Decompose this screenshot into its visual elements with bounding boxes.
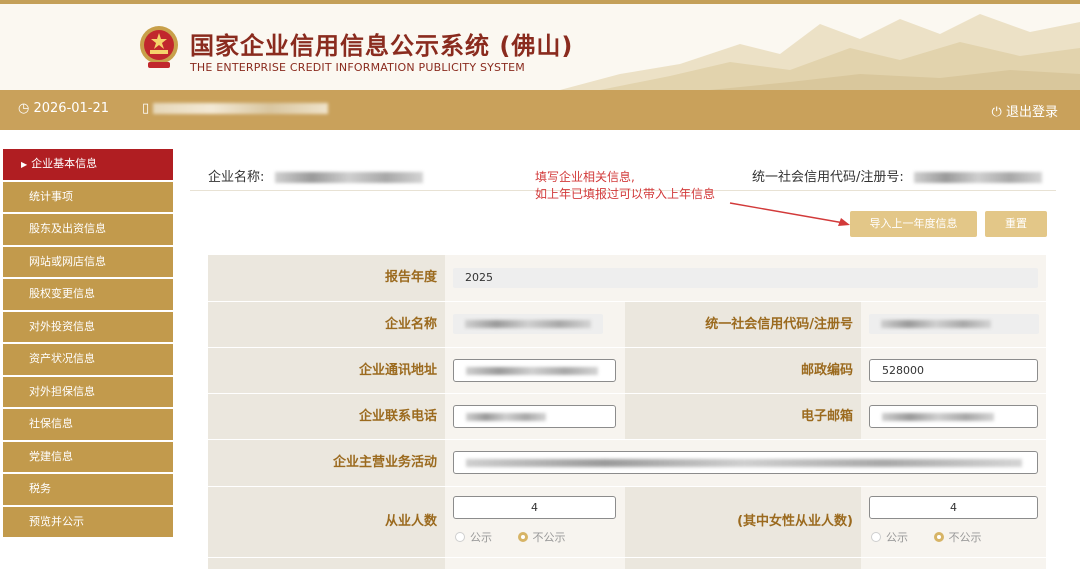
female-nonpublic-radio[interactable] [933,532,944,542]
next-row-label-right [625,558,861,569]
business-activity-input[interactable] [453,451,1038,474]
date-display: ◷ 2026-01-21 [18,101,109,116]
annotation-note: 填写企业相关信息, 如上年已填报过可以带入上年信息 [535,170,716,201]
email-cell [861,394,1046,439]
postcode-label: 邮政编码 [625,348,861,393]
sidebar-item-basic-info[interactable]: ▶ 企业基本信息 [3,149,173,180]
employees-cell: 4 公示 不公示 [445,487,625,557]
power-icon: ⏻ [991,105,1002,120]
sidebar-item-party[interactable]: 党建信息 [3,441,173,472]
site-header: 国家企业信用信息公示系统 (佛山) THE ENTERPRISE CREDIT … [0,4,1080,90]
female-employees-input[interactable]: 4 [869,496,1038,519]
logout-button[interactable]: ⏻ 退出登录 [992,101,1058,120]
female-employees-cell: 4 公示 不公示 [861,487,1046,557]
company-name-cell [445,302,625,347]
sidebar-item-statistics[interactable]: 统计事项 [3,181,173,212]
reset-button[interactable]: 重置 [985,211,1047,237]
employees-input[interactable]: 4 [453,496,616,519]
company-name-display: 企业名称: [208,166,423,185]
female-employees-visibility: 公示 不公示 [871,529,982,545]
sidebar-item-assets[interactable]: 资产状况信息 [3,344,173,375]
credit-code-field-label: 统一社会信用代码/注册号 [625,302,861,347]
sidebar-nav: ▶ 企业基本信息 统计事项 股东及出资信息 网站或网店信息 股权变更信息 对外投资… [3,149,173,539]
employees-visibility: 公示 不公示 [455,529,566,545]
company-name-label: 企业名称: [208,170,265,185]
phone-cell [445,394,625,439]
female-public-radio[interactable] [871,532,881,542]
mountain-decoration [560,14,1080,90]
email-input[interactable] [869,405,1038,428]
system-subtitle: THE ENTERPRISE CREDIT INFORMATION PUBLIC… [190,61,525,74]
logout-label: 退出登录 [1005,105,1058,120]
next-row-label [208,558,445,569]
report-year-cell: 2025 [445,255,1046,301]
credit-code-cell [861,302,1046,347]
employees-label: 从业人数 [208,487,445,557]
address-input[interactable] [453,359,616,382]
employees-nonpublic-radio[interactable] [517,532,528,542]
credit-code-display: 统一社会信用代码/注册号: [752,166,1042,185]
business-activity-cell [445,440,1046,486]
sidebar-item-tax[interactable]: 税务 [3,474,173,505]
sidebar-item-preview-publish[interactable]: 预览并公示 [3,506,173,537]
next-row-cell-right [861,558,1046,569]
address-cell [445,348,625,393]
postcode-input[interactable]: 528000 [869,359,1038,382]
user-icon: ▯ [142,101,150,116]
sidebar-item-websites[interactable]: 网站或网店信息 [3,246,173,277]
postcode-cell: 528000 [861,348,1046,393]
female-employees-label: (其中女性从业人数) [625,487,861,557]
redacted-credit-code [913,172,1042,183]
email-label: 电子邮箱 [625,394,861,439]
company-name-value [453,314,603,334]
report-year-label: 报告年度 [208,255,445,301]
next-row-cell [445,558,625,569]
phone-input[interactable] [453,405,616,428]
sidebar-item-investments[interactable]: 对外投资信息 [3,311,173,342]
address-label: 企业通讯地址 [208,348,445,393]
date-text: 2026-01-21 [33,101,110,116]
import-last-year-button[interactable]: 导入上一年度信息 [850,211,977,237]
sidebar-item-social-security[interactable]: 社保信息 [3,409,173,440]
sidebar-item-guarantees[interactable]: 对外担保信息 [3,376,173,407]
phone-label: 企业联系电话 [208,394,445,439]
employees-public-radio[interactable] [455,532,465,542]
sidebar-item-equity-changes[interactable]: 股权变更信息 [3,279,173,310]
system-title: 国家企业信用信息公示系统 (佛山) [190,32,574,60]
annotation-arrow-icon [729,202,850,226]
user-display: ▯ [142,101,329,116]
info-bar: ◷ 2026-01-21 ▯ ⏻ 退出登录 [0,90,1080,130]
company-name-field-label: 企业名称 [208,302,445,347]
business-activity-label: 企业主营业务活动 [208,440,445,486]
redacted-user [153,103,329,114]
national-emblem-icon [140,26,178,68]
report-year-value: 2025 [453,268,1038,288]
caret-right-icon: ▶ [21,160,28,169]
sidebar-item-shareholders[interactable]: 股东及出资信息 [3,214,173,245]
clock-icon: ◷ [18,101,30,116]
credit-code-label: 统一社会信用代码/注册号: [752,170,904,185]
credit-code-value [869,314,1039,334]
redacted-company-name [274,172,423,183]
